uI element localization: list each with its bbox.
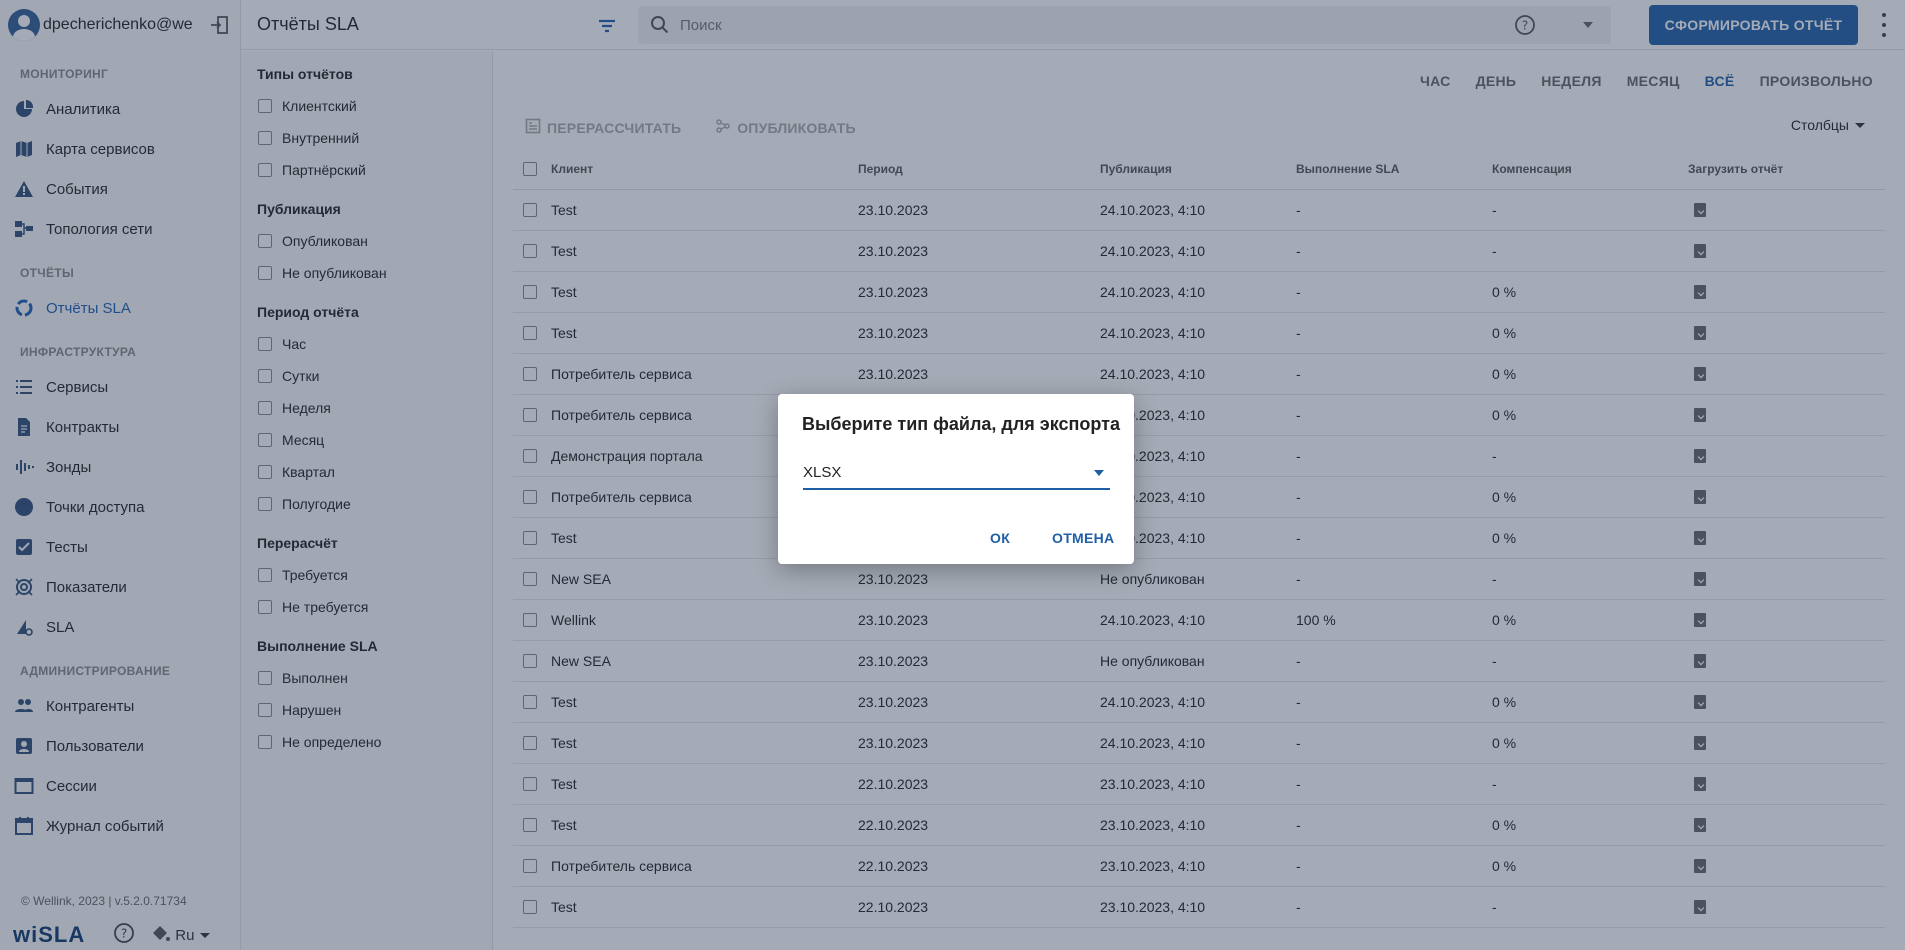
cancel-button[interactable]: ОТМЕНА [1052,530,1114,546]
dialog-title: Выберите тип файла, для экспорта [802,414,1120,434]
export-dialog: Выберите тип файла, для экспорта XLSX ОК… [778,394,1134,564]
file-type-value: XLSX [803,464,842,481]
ok-button[interactable]: ОК [990,530,1010,546]
file-type-select[interactable]: XLSX [803,454,1110,490]
chevron-down-icon [1094,470,1104,476]
